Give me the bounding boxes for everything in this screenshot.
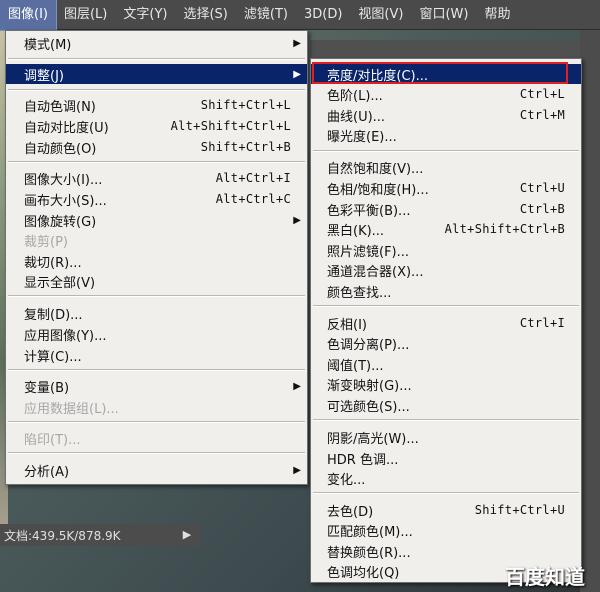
- menu-item-color-lookup[interactable]: 颜色查找...: [311, 281, 581, 301]
- menu-image[interactable]: 图像(I): [0, 0, 57, 31]
- right-panel-strip: [580, 30, 600, 592]
- menu-item-hdr-toning[interactable]: HDR 色调...: [311, 448, 581, 468]
- menu-separator: [8, 89, 305, 91]
- menu-item-black-white[interactable]: 黑白(K)... Alt+Shift+Ctrl+B: [311, 219, 581, 239]
- menu-item-replace-color[interactable]: 替换颜色(R)...: [311, 541, 581, 561]
- menu-select[interactable]: 选择(S): [175, 0, 235, 30]
- menu-item-apply-data-set: 应用数据组(L)...: [24, 401, 119, 417]
- image-menu: 模式(M) ▶ 调整(J) ▶ 自动色调(N) Shift+Ctrl+L 自动对…: [5, 30, 308, 485]
- menu-item-trim[interactable]: 裁切(R)...: [6, 251, 307, 271]
- menu-item-auto-color[interactable]: 自动颜色(O) Shift+Ctrl+B: [6, 137, 307, 157]
- menu-item-threshold[interactable]: 阈值(T)...: [311, 354, 581, 374]
- menu-item-invert[interactable]: 反相(I) Ctrl+I: [311, 313, 581, 333]
- menu-item-curves[interactable]: 曲线(U)... Ctrl+M: [311, 105, 581, 125]
- menu-3d[interactable]: 3D(D): [296, 0, 350, 30]
- menu-item-variations[interactable]: 变化...: [311, 468, 581, 488]
- menu-item-image-size[interactable]: 图像大小(I)... Alt+Ctrl+I: [6, 168, 307, 188]
- menu-separator: [313, 492, 579, 494]
- status-menu-arrow-icon[interactable]: ▶: [180, 528, 194, 542]
- menu-item-mode[interactable]: 模式(M) ▶: [6, 33, 307, 53]
- submenu-arrow-icon: ▶: [293, 464, 301, 476]
- menu-item-reveal-all[interactable]: 显示全部(V): [6, 271, 307, 291]
- menu-separator: [8, 421, 305, 423]
- menu-item-auto-tone[interactable]: 自动色调(N) Shift+Ctrl+L: [6, 95, 307, 115]
- menu-item-analysis[interactable]: 分析(A) ▶: [6, 460, 307, 480]
- menu-item-shadows-highlights[interactable]: 阴影/高光(W)...: [311, 427, 581, 447]
- menu-separator: [313, 419, 579, 421]
- menu-item-hue-saturation[interactable]: 色相/饱和度(H)... Ctrl+U: [311, 178, 581, 198]
- menu-separator: [8, 452, 305, 454]
- menu-type[interactable]: 文字(Y): [115, 0, 175, 30]
- menu-separator: [313, 305, 579, 307]
- status-bar: 文档:439.5K/878.9K: [0, 524, 200, 546]
- menu-item-exposure[interactable]: 曝光度(E)...: [311, 125, 581, 145]
- menu-item-photo-filter[interactable]: 照片滤镜(F)...: [311, 240, 581, 260]
- menu-item-selective-color[interactable]: 可选颜色(S)...: [311, 395, 581, 415]
- menu-separator: [8, 369, 305, 371]
- menu-item-auto-contrast[interactable]: 自动对比度(U) Alt+Shift+Ctrl+L: [6, 116, 307, 136]
- menu-filter[interactable]: 滤镜(T): [236, 0, 296, 30]
- watermark-logo: 百度知道: [505, 565, 585, 589]
- submenu-arrow-icon: ▶: [293, 37, 301, 49]
- menu-item-brightness-contrast[interactable]: 亮度/对比度(C)...: [311, 64, 581, 84]
- menu-item-canvas-size[interactable]: 画布大小(S)... Alt+Ctrl+C: [6, 189, 307, 209]
- menu-item-desaturate[interactable]: 去色(D) Shift+Ctrl+U: [311, 500, 581, 520]
- menu-layer[interactable]: 图层(L): [56, 0, 115, 30]
- document-size-info: 文档:439.5K/878.9K: [4, 528, 121, 543]
- menu-item-match-color[interactable]: 匹配颜色(M)...: [311, 520, 581, 540]
- menu-window[interactable]: 窗口(W): [411, 0, 476, 30]
- menu-item-trap: 陷印(T)...: [24, 432, 81, 448]
- submenu-arrow-icon: ▶: [293, 68, 301, 80]
- menu-item-image-rotation[interactable]: 图像旋转(G) ▶: [6, 210, 307, 230]
- menu-item-color-balance[interactable]: 色彩平衡(B)... Ctrl+B: [311, 199, 581, 219]
- submenu-arrow-icon: ▶: [293, 214, 301, 226]
- menu-item-vibrance[interactable]: 自然饱和度(V)...: [311, 157, 581, 177]
- menu-separator: [8, 295, 305, 297]
- menu-item-levels[interactable]: 色阶(L)... Ctrl+L: [311, 84, 581, 104]
- menu-item-channel-mixer[interactable]: 通道混合器(X)...: [311, 260, 581, 280]
- menu-separator: [313, 150, 579, 152]
- menu-help[interactable]: 帮助: [476, 0, 518, 30]
- submenu-arrow-icon: ▶: [293, 380, 301, 392]
- menu-item-apply-image[interactable]: 应用图像(Y)...: [6, 324, 307, 344]
- menu-view[interactable]: 视图(V): [350, 0, 411, 30]
- menu-item-posterize[interactable]: 色调分离(P)...: [311, 333, 581, 353]
- menu-item-duplicate[interactable]: 复制(D)...: [6, 303, 307, 323]
- adjustments-submenu: 亮度/对比度(C)... 色阶(L)... Ctrl+L 曲线(U)... Ct…: [310, 58, 582, 583]
- menu-item-calculations[interactable]: 计算(C)...: [6, 345, 307, 365]
- menu-item-variables[interactable]: 变量(B) ▶: [6, 376, 307, 396]
- menu-item-crop: 裁剪(P): [24, 234, 68, 250]
- menu-item-adjustments[interactable]: 调整(J) ▶: [6, 64, 307, 84]
- menu-separator: [8, 58, 305, 60]
- menu-bar: 图像(I) 图层(L) 文字(Y) 选择(S) 滤镜(T) 3D(D) 视图(V…: [0, 0, 600, 31]
- menu-item-gradient-map[interactable]: 渐变映射(G)...: [311, 374, 581, 394]
- menu-separator: [8, 161, 305, 163]
